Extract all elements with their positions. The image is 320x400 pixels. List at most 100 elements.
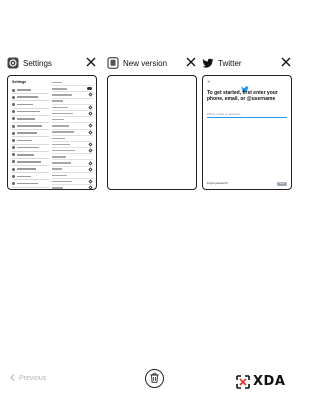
edit-icon [88,142,93,147]
close-icon[interactable] [280,56,292,68]
edit-icon [88,179,93,184]
settings-detail-label [52,118,64,121]
settings-menu-item [12,109,49,116]
settings-item-icon [12,174,15,178]
twitter-preview[interactable]: ✕ To get started, first enter your phone… [202,75,292,190]
xda-watermark: XDA [236,374,285,389]
settings-item-label [17,168,36,170]
settings-item-icon [12,131,15,135]
xda-logo-icon [236,374,250,389]
settings-item-label [17,175,31,178]
settings-detail [52,80,93,189]
app-icon [107,57,119,69]
settings-item-label [17,161,41,163]
settings-menu-item [12,173,49,181]
settings-detail-row [52,185,93,189]
settings-detail-label [52,156,66,158]
settings-item-label [17,125,42,127]
settings-item-label [17,96,38,99]
edit-icon [88,92,93,98]
settings-preview[interactable]: Settings [7,75,97,190]
settings-detail-label [52,168,62,170]
recent-card-settings[interactable]: Settings Settings [7,56,97,190]
chevron-left-icon [10,374,15,383]
new-version-preview[interactable] [107,75,197,190]
settings-item-label [17,146,39,149]
settings-detail-label [52,125,69,127]
settings-item-icon [12,124,15,128]
settings-menu-item [12,101,49,109]
edit-icon [88,185,93,189]
card-title: Settings [23,58,52,68]
settings-item-icon [12,167,15,171]
settings-item-label [17,110,40,113]
settings-item-icon [12,88,15,92]
close-icon[interactable] [85,56,97,68]
settings-item-label [17,118,35,120]
settings-detail-label [52,180,72,183]
settings-detail-label [52,174,67,177]
recent-card-twitter[interactable]: Twitter ✕ To get started, first enter yo… [202,56,292,190]
settings-detail-label [52,81,62,84]
edit-icon [88,123,93,129]
card-header: Twitter [202,56,292,70]
settings-detail-label [52,94,72,96]
settings-detail-label [52,149,75,152]
settings-item-icon [12,146,15,150]
gear-icon [7,57,19,69]
clear-all-button[interactable] [145,369,164,388]
settings-detail-label [52,131,74,133]
settings-item-label [17,103,33,106]
settings-detail-label [52,100,63,102]
settings-menu-item [12,116,49,123]
settings-menu-item [12,87,49,95]
settings-menu-item [12,145,49,152]
edit-icon [88,148,93,153]
settings-item-label [17,132,37,135]
twitter-logo-icon [241,80,249,93]
card-header: Settings [7,56,97,70]
settings-item-label [17,139,32,142]
next-button: Next [277,181,287,186]
settings-item-icon [12,117,15,121]
settings-detail-label [52,106,68,109]
settings-item-icon [12,110,15,114]
edit-icon [88,160,93,166]
settings-detail-label [52,143,70,146]
card-title: New version [123,58,168,68]
settings-item-icon [12,95,15,99]
settings-item-label [17,153,34,156]
close-icon[interactable] [185,56,197,68]
forgot-password-link: Forgot password? [207,182,228,185]
edit-icon [88,111,93,116]
edit-icon [88,167,93,172]
settings-menu-item [12,166,49,174]
edit-icon [88,105,93,110]
settings-detail-label [52,112,73,115]
settings-item-icon [12,153,15,157]
settings-item-icon [12,160,15,164]
settings-item-icon [12,102,15,106]
toggle-switch [87,87,92,91]
settings-menu-item [12,123,49,131]
settings-menu-item [12,94,49,102]
xda-brand-text: XDA [253,374,286,389]
settings-item-label [17,182,38,185]
card-header: New version [107,56,197,70]
trash-icon [150,370,159,388]
card-title: Twitter [218,58,242,68]
settings-heading: Settings [12,80,27,84]
settings-detail-label [52,137,65,140]
settings-item-label [17,89,31,91]
settings-menu: Settings [12,80,49,188]
settings-menu-item [12,130,49,138]
recent-card-new-version[interactable]: New version [107,56,197,190]
previous-label: Previous [19,375,47,382]
twitter-bird-icon [202,57,214,69]
settings-item-icon [12,138,15,142]
settings-menu-item [12,137,49,145]
twitter-close-icon: ✕ [207,79,211,84]
settings-detail-label [52,88,67,90]
previous-button[interactable]: Previous [10,374,46,383]
twitter-username-field: Phone, email, or username [207,112,287,118]
